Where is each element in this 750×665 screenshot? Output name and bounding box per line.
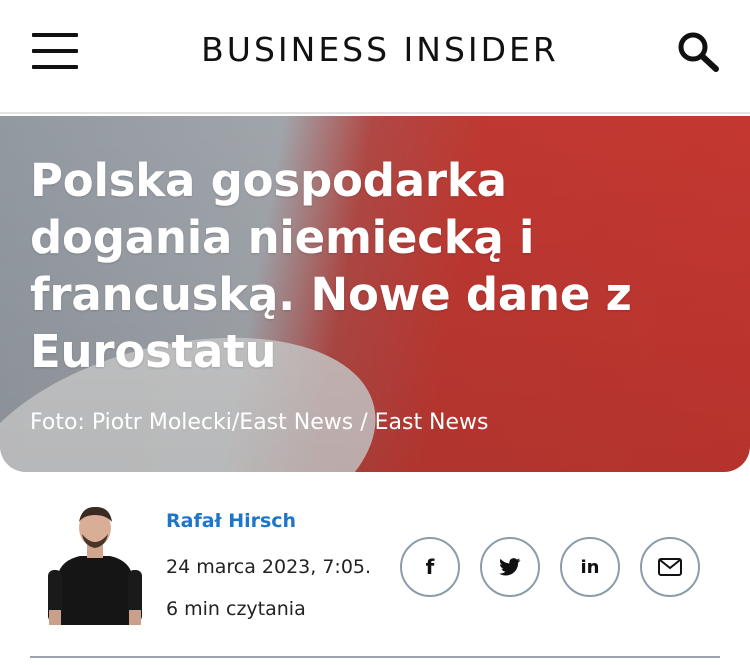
twitter-icon <box>499 558 521 576</box>
share-twitter-button[interactable] <box>480 537 540 597</box>
section-divider <box>30 656 720 658</box>
share-facebook-button[interactable]: f <box>400 537 460 597</box>
author-avatar[interactable] <box>40 500 150 625</box>
author-name-link[interactable]: Rafał Hirsch <box>166 510 296 532</box>
read-time: 6 min czytania <box>166 598 306 620</box>
share-linkedin-button[interactable]: in <box>560 537 620 597</box>
menu-bar <box>32 65 78 69</box>
email-icon <box>658 558 682 576</box>
photo-credit: Foto: Piotr Molecki/East News / East New… <box>30 410 489 435</box>
publish-date: 24 marca 2023, 7:05. <box>166 556 372 578</box>
share-email-button[interactable] <box>640 537 700 597</box>
search-icon[interactable] <box>676 30 722 72</box>
article-title: Polska gospodarka dogania niemiecką i fr… <box>30 154 632 378</box>
menu-bar <box>32 33 78 37</box>
menu-bar <box>32 49 78 53</box>
site-header: BUSINESS INSIDER <box>0 0 750 114</box>
facebook-icon: f <box>425 555 435 579</box>
article-hero-image: Polska gospodarka dogania niemiecką i fr… <box>0 116 750 472</box>
hamburger-menu-icon[interactable] <box>32 33 80 71</box>
linkedin-icon: in <box>580 556 600 578</box>
site-logo[interactable]: BUSINESS INSIDER <box>170 30 590 69</box>
